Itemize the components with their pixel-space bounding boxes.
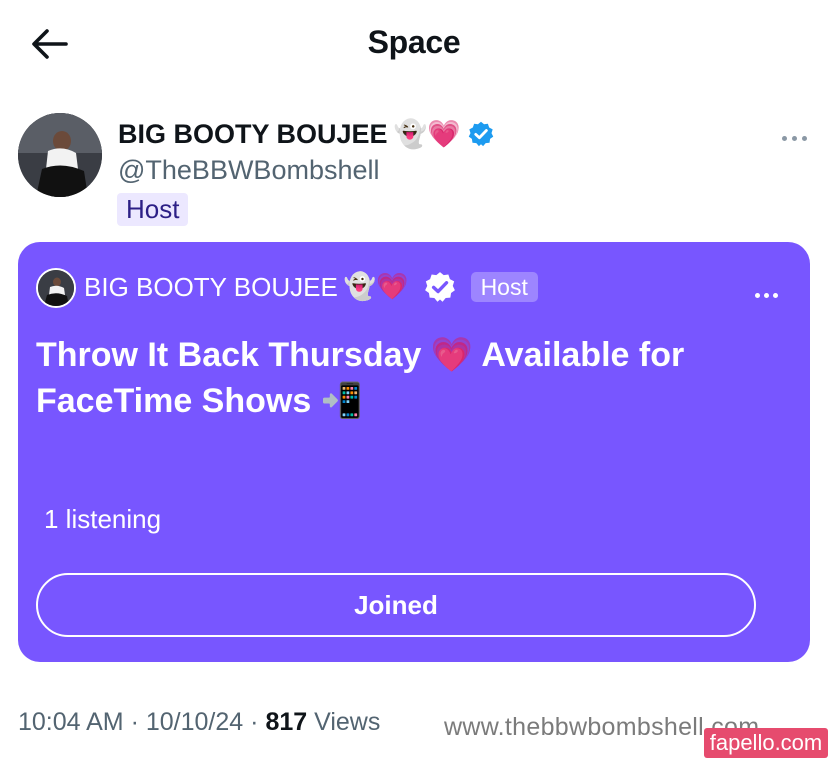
views-count: 817 bbox=[265, 708, 308, 736]
more-dot-icon bbox=[791, 135, 797, 141]
meta-separator: · bbox=[130, 708, 139, 736]
more-dot-icon bbox=[763, 292, 769, 298]
verified-badge-icon bbox=[467, 120, 495, 148]
joined-button[interactable]: Joined bbox=[36, 573, 756, 637]
host-avatar[interactable] bbox=[36, 268, 76, 308]
space-card[interactable]: BIG BOOTY BOUJEE 👻💗 Host Throw It Back T… bbox=[18, 242, 810, 662]
post-date[interactable]: 10/10/24 bbox=[146, 708, 243, 736]
listener-count: 1 listening bbox=[44, 504, 162, 534]
top-bar: Space bbox=[0, 0, 828, 90]
views-label: Views bbox=[314, 708, 381, 736]
author-handle[interactable]: @TheBBWBombshell bbox=[118, 155, 380, 186]
space-host-emojis: 👻💗 bbox=[343, 272, 409, 302]
more-dot-icon bbox=[772, 292, 778, 298]
author-name-text: BIG BOOTY BOUJEE bbox=[118, 118, 388, 149]
space-title-part1: Throw It Back Thursday bbox=[36, 336, 422, 374]
space-title-emoji2: 📲 bbox=[320, 381, 364, 421]
watermark-badge: fapello.com bbox=[704, 728, 828, 758]
space-title-emoji1: 💗 bbox=[430, 335, 474, 375]
space-host-name: BIG BOOTY BOUJEE bbox=[84, 271, 338, 302]
space-host-info: BIG BOOTY BOUJEE 👻💗 Host bbox=[84, 270, 538, 304]
more-dot-icon bbox=[754, 292, 760, 298]
space-more-options-button[interactable] bbox=[748, 283, 784, 307]
page-title: Space bbox=[367, 24, 461, 60]
more-dot-icon bbox=[801, 135, 807, 141]
post-meta: 10:04 AM · 10/10/24 · 817 Views bbox=[18, 708, 380, 737]
more-options-button[interactable] bbox=[774, 124, 814, 152]
more-dot-icon bbox=[781, 135, 787, 141]
space-host-badge: Host bbox=[470, 272, 538, 302]
author-emojis: 👻💗 bbox=[393, 119, 461, 150]
meta-separator: · bbox=[250, 708, 259, 736]
post-time[interactable]: 10:04 AM bbox=[18, 708, 124, 736]
author-name[interactable]: BIG BOOTY BOUJEE 👻💗 bbox=[118, 118, 495, 150]
verified-badge-icon bbox=[423, 270, 457, 304]
space-title: Throw It Back Thursday 💗 Available for F… bbox=[36, 332, 736, 424]
avatar[interactable] bbox=[18, 113, 102, 197]
host-badge: Host bbox=[117, 193, 189, 226]
